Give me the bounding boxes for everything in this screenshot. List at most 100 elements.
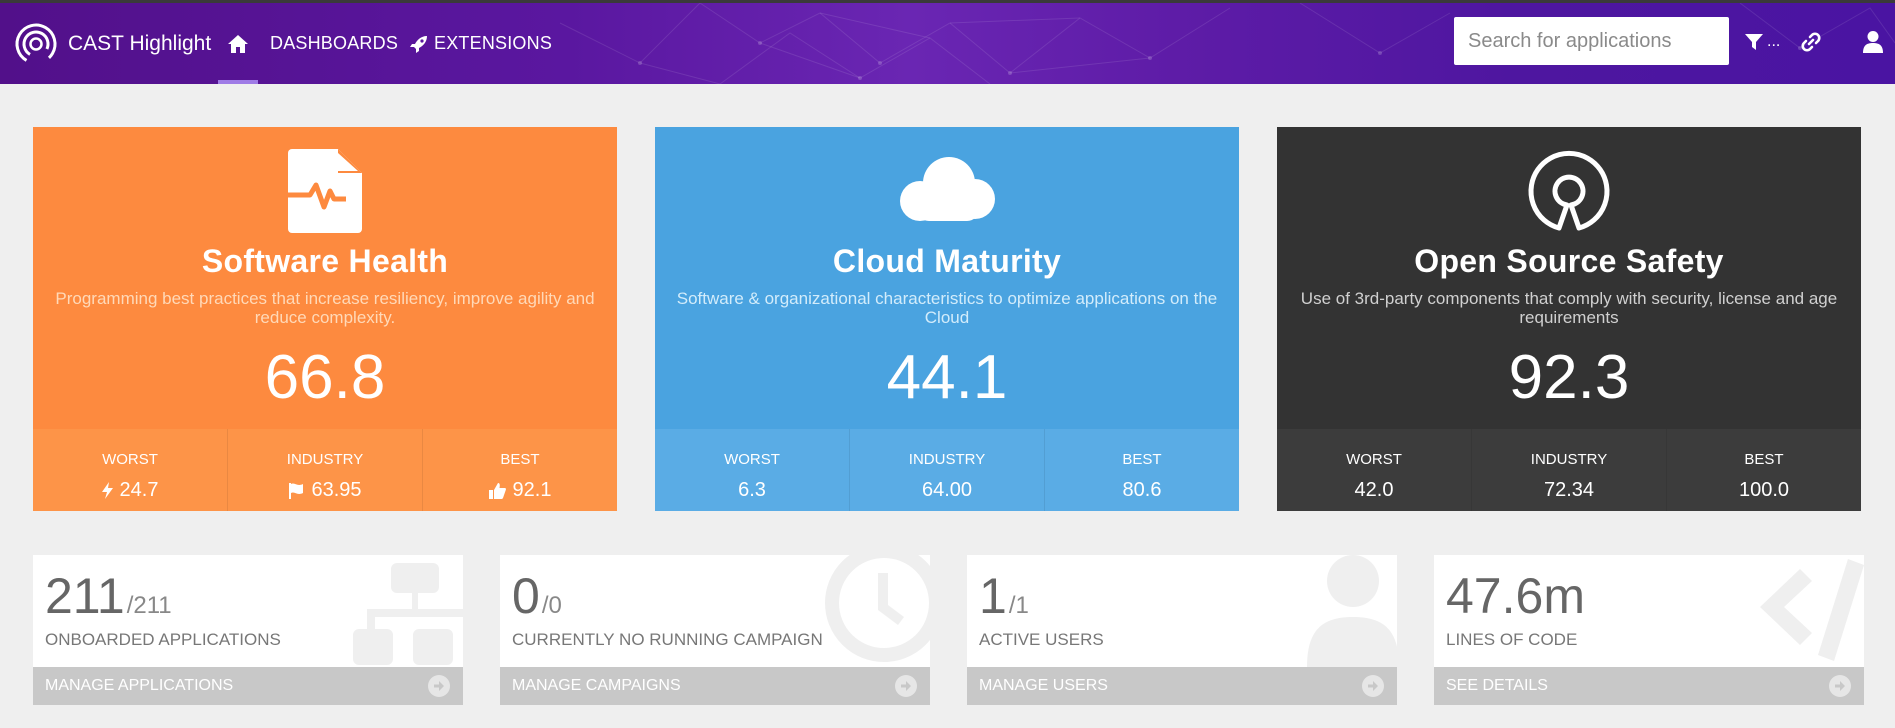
filter-ellipsis: ... — [1767, 33, 1781, 50]
stat-industry-label: INDUSTRY — [1530, 451, 1608, 468]
card-description: Use of 3rd-party components that comply … — [1300, 289, 1838, 327]
card-icon-wrap — [33, 149, 617, 237]
applications-label: ONBOARDED APPLICATIONS — [45, 630, 281, 649]
user-menu-button[interactable] — [1862, 27, 1884, 57]
lines-of-code-label: LINES OF CODE — [1446, 630, 1578, 649]
stat-best-value: 100.0 — [1738, 479, 1790, 501]
card-description: Software & organizational characteristic… — [676, 289, 1218, 327]
cloud-maturity-card[interactable]: Cloud Maturity Software & organizational… — [655, 127, 1239, 511]
home-icon — [228, 34, 248, 53]
see-details-label: SEE DETAILS — [1446, 677, 1548, 694]
campaigns-total: /0 — [541, 592, 562, 619]
navbar: CAST Highlight DASHBOARDS EXTENSIONS ... — [0, 3, 1895, 84]
users-count: 1/1 — [979, 567, 1029, 625]
applications-total: /211 — [126, 592, 172, 619]
stat-industry: INDUSTRY 64.00 — [849, 429, 1044, 511]
card-benchmarks: WORST 6.3 INDUSTRY 64.00 BEST 80.6 — [655, 429, 1239, 511]
stat-best-label: BEST — [1122, 451, 1162, 468]
nav-extensions-label: EXTENSIONS — [434, 33, 553, 53]
software-health-card[interactable]: Software Health Programming best practic… — [33, 127, 617, 511]
card-benchmarks: WORST 42.0 INDUSTRY 72.34 BEST 100.0 — [1277, 429, 1861, 511]
card-score: 44.1 — [886, 343, 1008, 412]
stat-worst-value: 42.0 — [1354, 479, 1394, 501]
nav-extensions-link[interactable]: EXTENSIONS — [410, 3, 552, 84]
stat-industry-value: 64.00 — [921, 479, 973, 501]
stat-industry-label: INDUSTRY — [908, 451, 986, 468]
stat-worst-value: 6.3 — [738, 479, 766, 501]
rocket-icon — [410, 35, 427, 53]
stat-best-label: BEST — [500, 451, 540, 468]
arrow-circle-right-icon — [895, 675, 917, 697]
stat-industry: INDUSTRY 63.95 — [227, 429, 422, 511]
cast-logo-icon — [15, 23, 57, 65]
card-title: Software Health — [201, 243, 449, 279]
stat-worst: WORST 6.3 — [655, 429, 849, 511]
stat-worst-label: WORST — [102, 451, 158, 468]
filter-icon — [1745, 34, 1763, 50]
card-title: Open Source Safety — [1414, 243, 1724, 279]
campaigns-label: CURRENTLY NO RUNNING CAMPAIGN — [512, 630, 823, 649]
stat-best: BEST 100.0 — [1666, 429, 1861, 511]
card-score: 92.3 — [1508, 343, 1630, 412]
nav-dashboards-label: DASHBOARDS — [270, 33, 399, 53]
stat-industry: INDUSTRY 72.34 — [1471, 429, 1666, 511]
users-value: 1 — [979, 568, 1007, 624]
card-icon-wrap — [655, 149, 1239, 237]
code-icon — [1760, 559, 1864, 661]
card-benchmarks: WORST 24.7 INDUSTRY 63.95 BEST 92.1 — [33, 429, 617, 511]
thumbs-up-icon — [488, 482, 506, 499]
card-score: 66.8 — [264, 343, 386, 412]
manage-campaigns-link[interactable]: MANAGE CAMPAIGNS — [500, 667, 930, 705]
arrow-circle-right-icon — [428, 675, 450, 697]
manage-campaigns-label: MANAGE CAMPAIGNS — [512, 677, 681, 694]
users-tile: 1/1 ACTIVE USERS MANAGE USERS — [967, 555, 1397, 705]
brand-name: CAST Highlight — [68, 32, 212, 55]
brand-logo-link[interactable]: CAST Highlight — [14, 21, 211, 67]
search-input[interactable] — [1454, 17, 1729, 65]
campaigns-tile: 0/0 CURRENTLY NO RUNNING CAMPAIGN MANAGE… — [500, 555, 930, 705]
nav-dashboards-link[interactable]: DASHBOARDS — [270, 3, 398, 84]
user-icon — [1307, 555, 1397, 667]
link-icon — [1801, 32, 1821, 52]
sitemap-icon — [353, 563, 463, 665]
user-icon — [1863, 31, 1883, 53]
stat-best: BEST 92.1 — [422, 429, 617, 511]
users-label: ACTIVE USERS — [979, 630, 1104, 649]
users-total: /1 — [1008, 592, 1029, 619]
stat-worst-value: 24.7 — [119, 479, 159, 501]
lines-of-code-count: 47.6m — [1446, 567, 1585, 625]
open-source-icon — [1528, 150, 1610, 231]
manage-users-label: MANAGE USERS — [979, 677, 1108, 694]
applications-count: 211/211 — [45, 567, 172, 625]
stat-worst-label: WORST — [724, 451, 780, 468]
manage-applications-link[interactable]: MANAGE APPLICATIONS — [33, 667, 463, 705]
card-header: Open Source Safety Use of 3rd-party comp… — [1277, 127, 1861, 429]
stat-best-value: 92.1 — [512, 479, 552, 501]
card-icon-wrap — [1277, 149, 1861, 237]
active-tab-indicator — [218, 80, 258, 84]
campaigns-count: 0/0 — [512, 567, 562, 625]
stat-industry-value: 72.34 — [1543, 479, 1595, 501]
file-heartbeat-icon — [288, 149, 362, 233]
card-description: Programming best practices that increase… — [55, 289, 595, 327]
stat-best-value-wrap: 92.1 — [423, 479, 617, 502]
stat-best-value: 80.6 — [1122, 479, 1162, 501]
link-button[interactable] — [1801, 27, 1821, 57]
arrow-circle-right-icon — [1362, 675, 1384, 697]
stat-worst-label: WORST — [1346, 451, 1402, 468]
manage-applications-label: MANAGE APPLICATIONS — [45, 677, 234, 694]
flag-icon — [289, 482, 304, 499]
card-header: Software Health Programming best practic… — [33, 127, 617, 429]
open-source-safety-card[interactable]: Open Source Safety Use of 3rd-party comp… — [1277, 127, 1861, 511]
manage-users-link[interactable]: MANAGE USERS — [967, 667, 1397, 705]
stat-worst: WORST 24.7 — [33, 429, 227, 511]
cloud-icon — [900, 157, 995, 221]
card-title: Cloud Maturity — [832, 243, 1062, 279]
stat-best: BEST 80.6 — [1044, 429, 1239, 511]
filter-button[interactable]: ... — [1745, 27, 1780, 57]
clock-icon — [825, 555, 930, 662]
stat-industry-value-wrap: 63.95 — [228, 479, 422, 502]
lines-of-code-tile: 47.6m LINES OF CODE SEE DETAILS — [1434, 555, 1864, 705]
nav-home-button[interactable] — [218, 3, 258, 84]
see-details-link[interactable]: SEE DETAILS — [1434, 667, 1864, 705]
